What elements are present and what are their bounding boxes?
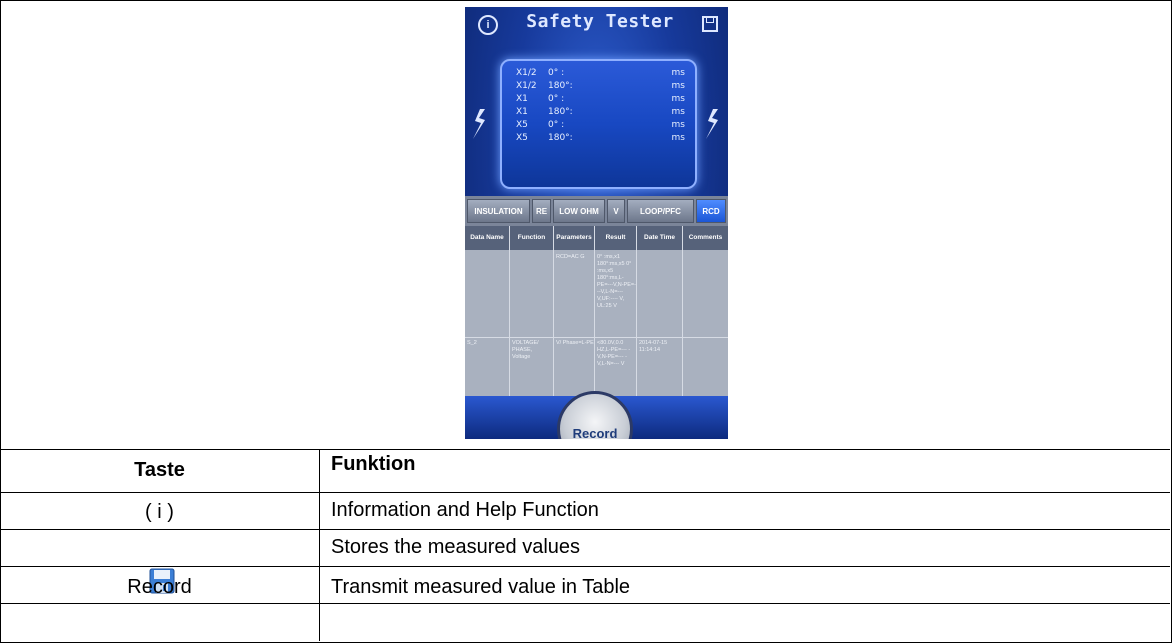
info-icon[interactable]: i	[478, 15, 498, 35]
table-row: ( i ) Information and Help Function	[0, 493, 1170, 530]
result-row: X5 0° : ms	[512, 120, 687, 133]
header-key: Taste	[134, 459, 185, 481]
result-mult: X1	[516, 107, 528, 117]
tab-re[interactable]: RE	[532, 199, 551, 223]
table-header-row: Taste Funktion	[0, 449, 1170, 493]
function-info: Information and Help Function	[331, 499, 599, 521]
function-tabs: INSULATION RE LOW OHM V LOOP/PFC RCD	[465, 196, 728, 226]
save-icon[interactable]	[702, 16, 718, 32]
record-button-label: Record	[572, 426, 618, 439]
results-panel: X1/2 0° : ms X1/2 180°: ms X1 0° : ms X1 180°: ms X5…	[500, 59, 697, 189]
col-date-time: Date Time	[637, 226, 683, 250]
tab-rcd[interactable]: RCD	[696, 199, 726, 223]
column-divider	[553, 250, 554, 396]
col-result: Result	[595, 226, 637, 250]
result-unit: ms	[671, 107, 685, 117]
result-mult: X1	[516, 94, 528, 104]
table-cell: RCD=AC G	[556, 254, 585, 260]
result-unit: ms	[671, 133, 685, 143]
app-screenshot: i Safety Tester X1/2 0° : ms X1/2 180°: ms X1 0…	[465, 7, 728, 439]
table-cell: <80.0V,0.0 HZ,L-PE=--- -V,N-PE=--- -V,L-…	[597, 340, 631, 367]
result-unit: ms	[671, 81, 685, 91]
spark-icon	[473, 109, 485, 139]
col-function: Function	[510, 226, 554, 250]
spark-icon	[706, 109, 718, 139]
records-table: Data Name Function Parameters Result Dat…	[465, 226, 728, 396]
result-row: X5 180°: ms	[512, 133, 687, 146]
key-info: ( i )	[145, 501, 174, 523]
result-angle: 180°:	[548, 81, 573, 91]
table-cell: 0° :ms,x1 180°:ms,x5 0° :ms,x5 180°:ms,L…	[597, 254, 636, 309]
table-row: Record Transmit measured value in Table	[0, 567, 1170, 604]
function-store: Stores the measured values	[331, 536, 581, 558]
result-mult: X5	[516, 133, 528, 143]
function-record: Transmit measured value in Table	[331, 576, 631, 598]
key-record: Record	[127, 576, 192, 598]
tab-insulation[interactable]: INSULATION	[467, 199, 530, 223]
result-unit: ms	[671, 68, 685, 78]
result-mult: X1/2	[516, 68, 537, 78]
result-row: X1 180°: ms	[512, 107, 687, 120]
result-angle: 0° :	[548, 68, 565, 78]
table-cell: V/ Phase=L-PE	[556, 340, 594, 346]
tab-low-ohm[interactable]: LOW OHM	[553, 199, 605, 223]
result-angle: 180°:	[548, 133, 573, 143]
result-unit: ms	[671, 94, 685, 104]
row-divider	[465, 337, 728, 338]
column-divider	[636, 250, 637, 396]
col-comments: Comments	[683, 226, 728, 250]
result-angle: 0° :	[548, 120, 565, 130]
tab-v[interactable]: V	[607, 199, 625, 223]
table-cell: VOLTAGE/ PHASE, Voltage	[512, 340, 539, 360]
app-title-bar: i Safety Tester	[465, 7, 728, 41]
table-cell: 2014-07-15 11:14:14	[639, 340, 668, 353]
document-table: i Safety Tester X1/2 0° : ms X1/2 180°: ms X1 0…	[0, 0, 1172, 643]
table-row: Stores the measured values	[0, 530, 1170, 567]
column-divider	[682, 250, 683, 396]
table-cell: S_2	[467, 340, 477, 346]
tab-loop-pfc[interactable]: LOOP/PFC	[627, 199, 694, 223]
header-function: Funktion	[331, 453, 416, 475]
result-unit: ms	[671, 120, 685, 130]
result-row: X1/2 0° : ms	[512, 68, 687, 81]
result-mult: X1/2	[516, 81, 537, 91]
col-data-name: Data Name	[465, 226, 510, 250]
result-mult: X5	[516, 120, 528, 130]
column-divider	[319, 449, 320, 641]
column-divider	[594, 250, 595, 396]
column-divider	[509, 250, 510, 396]
result-angle: 0° :	[548, 94, 565, 104]
app-title: Safety Tester	[526, 11, 674, 32]
result-row: X1/2 180°: ms	[512, 81, 687, 94]
result-row: X1 0° : ms	[512, 94, 687, 107]
col-parameters: Parameters	[554, 226, 595, 250]
result-angle: 180°:	[548, 107, 573, 117]
